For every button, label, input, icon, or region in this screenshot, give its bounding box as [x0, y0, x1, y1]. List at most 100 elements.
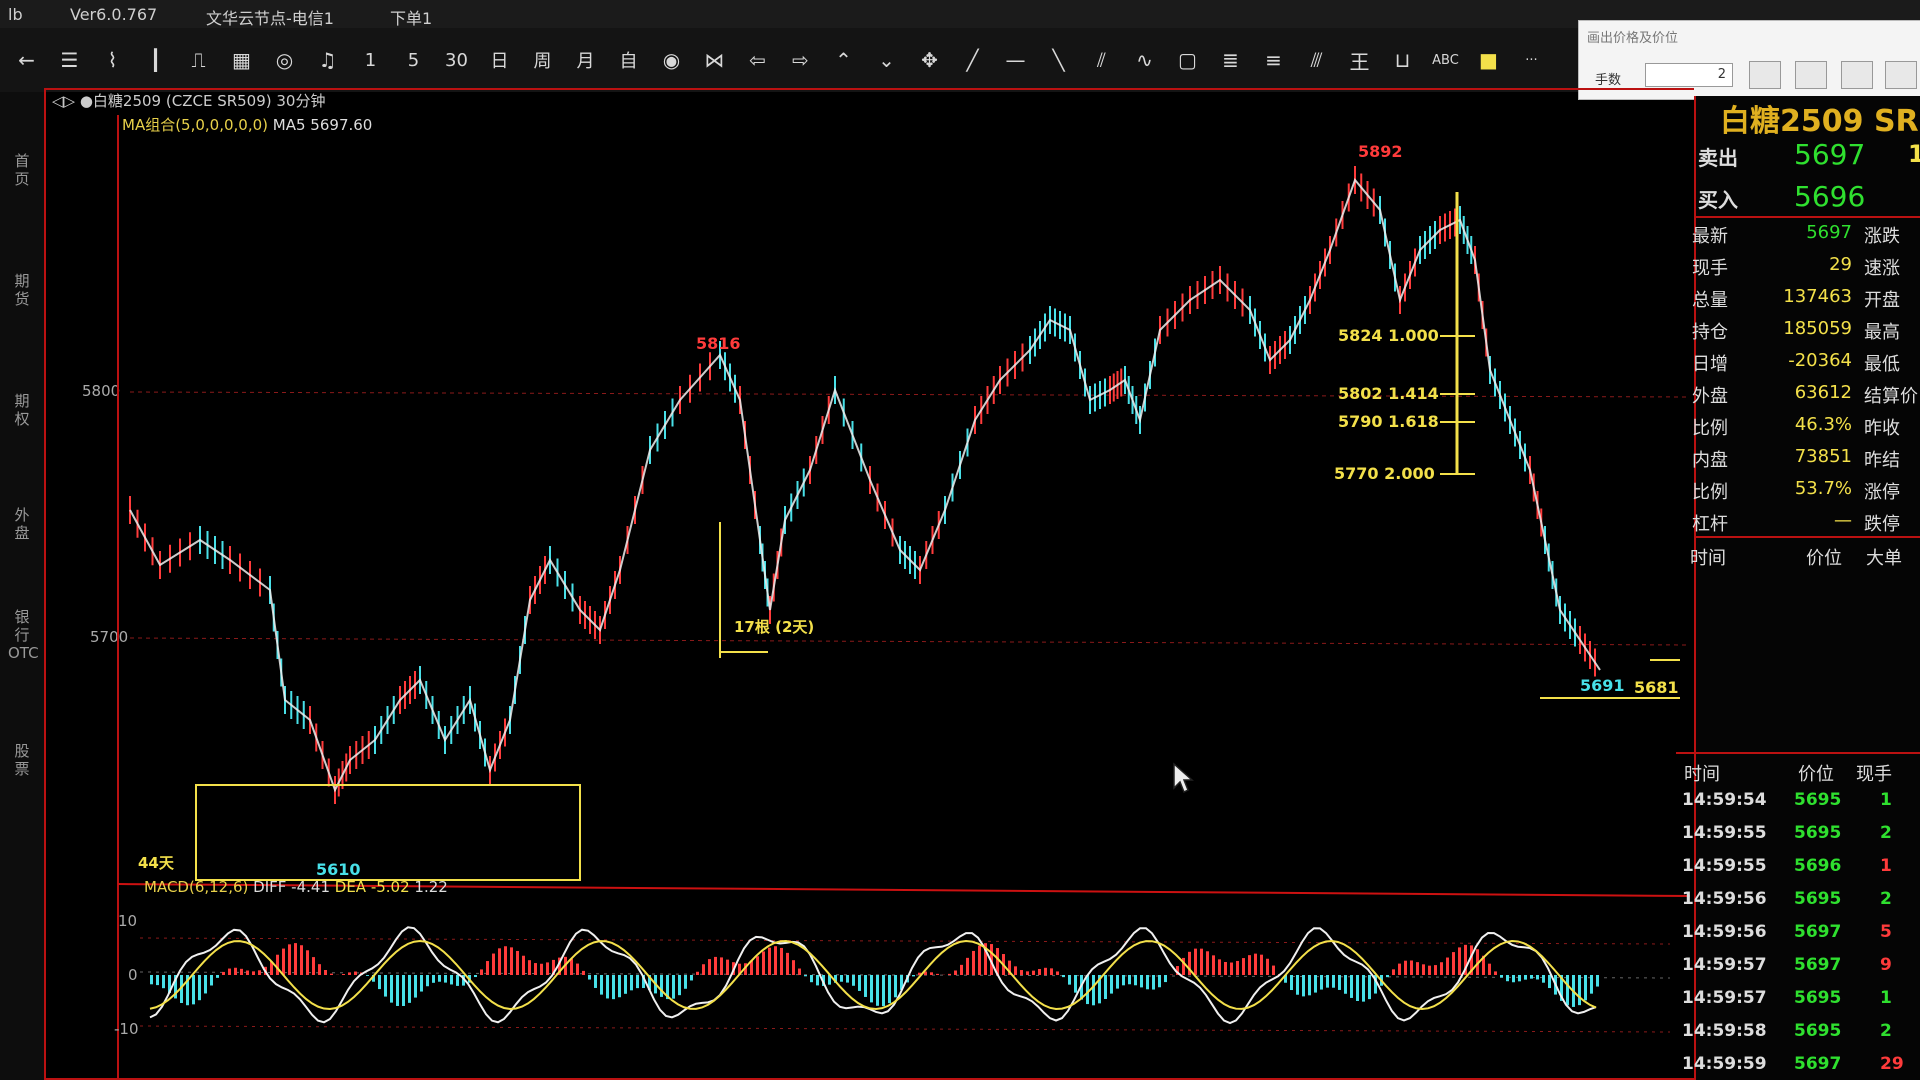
macd-bar	[660, 975, 663, 997]
macd-bar	[672, 975, 675, 999]
macd-bar	[864, 975, 867, 997]
order-button-3[interactable]	[1841, 61, 1873, 89]
sell-label: 卖出	[1698, 146, 1738, 170]
macd-title[interactable]: MACD(6,12,6)	[144, 878, 248, 896]
macd-bar	[456, 975, 459, 986]
macd-bar	[1410, 960, 1413, 975]
macd-bar	[330, 973, 333, 975]
macd-bar	[294, 943, 297, 975]
high-price-label: 5892	[1358, 142, 1403, 161]
tick-price: 5696	[1794, 856, 1842, 876]
quote-key: 日增	[1692, 354, 1728, 375]
macd-bar	[948, 973, 951, 975]
macd-bar	[300, 945, 303, 975]
candlestick-chart[interactable]	[0, 0, 1694, 1080]
macd-bar	[312, 957, 315, 975]
quote-key-2: 昨收	[1864, 418, 1900, 439]
quote-value: -20364	[1788, 350, 1852, 371]
macd-bar	[486, 961, 489, 975]
macd-legend[interactable]: MACD(6,12,6) DIFF -4.41 DEA -5.02 1.22	[144, 878, 448, 896]
macd-bar	[1194, 948, 1197, 975]
quote-value: —	[1834, 510, 1852, 531]
order-button-1[interactable]	[1749, 61, 1781, 89]
macd-bar	[1416, 962, 1419, 975]
macd-bar	[1392, 969, 1395, 975]
macd-bar	[1488, 963, 1491, 975]
macd-grid-10	[139, 937, 1671, 945]
quote-key-2: 结算价	[1864, 386, 1918, 407]
macd-bar	[444, 975, 447, 983]
quote-key-2: 涨跌	[1864, 226, 1900, 247]
macd-bar	[606, 975, 609, 999]
macd-bar	[1548, 975, 1551, 989]
macd-bar	[480, 969, 483, 975]
macd-bar	[1536, 975, 1539, 980]
quote-row: 最新 5697 涨跌	[1692, 222, 1920, 252]
macd-bar	[912, 975, 915, 977]
macd-bar	[504, 946, 507, 975]
tick-volume: 2	[1880, 1021, 1892, 1041]
fib-level-3: 5790 1.618	[1338, 412, 1439, 431]
macd-bar	[396, 975, 399, 1006]
macd-bar	[1260, 954, 1263, 975]
buy-price[interactable]: 5696	[1794, 180, 1865, 213]
macd-y-0: 0	[128, 966, 138, 984]
big-order-head-time: 时间	[1690, 548, 1726, 569]
tick-time: 14:59:54	[1682, 790, 1767, 810]
order-button-2[interactable]	[1795, 61, 1827, 89]
macd-bar	[1134, 975, 1137, 986]
quote-row: 总量 137463 开盘	[1692, 286, 1920, 316]
macd-bar	[1530, 975, 1533, 979]
macd-bar	[228, 968, 231, 975]
macd-bar	[1290, 975, 1293, 991]
macd-bar	[1062, 975, 1065, 978]
macd-bar	[888, 975, 891, 1004]
macd-bar	[780, 947, 783, 975]
macd-bar	[1206, 951, 1209, 975]
macd-bar	[306, 950, 309, 975]
ma5-line	[129, 178, 1601, 793]
quote-key-2: 最低	[1864, 354, 1900, 375]
macd-bar	[720, 957, 723, 975]
macd-bar	[348, 972, 351, 975]
macd-bar	[534, 963, 537, 975]
macd-bar	[882, 975, 885, 1007]
tick-volume: 2	[1880, 823, 1892, 843]
bars-17-label: 17根 (2天)	[734, 618, 815, 636]
tick-price: 5697	[1794, 922, 1842, 942]
macd-bar	[714, 956, 717, 975]
macd-value: 1.22	[414, 878, 448, 896]
quote-row: 持仓 185059 最高	[1692, 318, 1920, 348]
macd-bar	[702, 964, 705, 975]
quote-key-2: 最高	[1864, 322, 1900, 343]
macd-bar	[288, 944, 291, 975]
macd-bar	[690, 975, 693, 981]
order-button-4[interactable]	[1885, 61, 1917, 89]
macd-bar	[1110, 975, 1113, 994]
quote-value: 46.3%	[1794, 414, 1852, 435]
macd-bar	[768, 947, 771, 975]
macd-bar	[1068, 975, 1071, 985]
macd-bar	[588, 975, 591, 980]
macd-bar	[1398, 963, 1401, 975]
macd-bar	[432, 975, 435, 983]
grid-line-5700	[129, 637, 1691, 646]
macd-dea: DEA -5.02	[334, 878, 410, 896]
macd-bar	[222, 971, 225, 975]
macd-diff: DIFF -4.41	[253, 878, 330, 896]
macd-bar	[1362, 975, 1365, 1002]
macd-bar	[150, 975, 153, 985]
sell-volume: 1	[1908, 140, 1920, 168]
quote-row: 现手 29 速涨	[1692, 254, 1920, 284]
quote-key: 外盘	[1692, 386, 1728, 407]
macd-bar	[1440, 962, 1443, 975]
tick-time: 14:59:57	[1682, 988, 1767, 1008]
macd-bar	[1320, 975, 1323, 990]
macd-bar	[1422, 964, 1425, 975]
tick-price: 5695	[1794, 1021, 1842, 1041]
macd-bar	[1104, 975, 1107, 999]
macd-bar	[1296, 975, 1299, 995]
last-price-label: 5691	[1580, 676, 1625, 695]
sell-price[interactable]: 5697	[1794, 138, 1865, 171]
macd-bar	[1368, 975, 1371, 1000]
